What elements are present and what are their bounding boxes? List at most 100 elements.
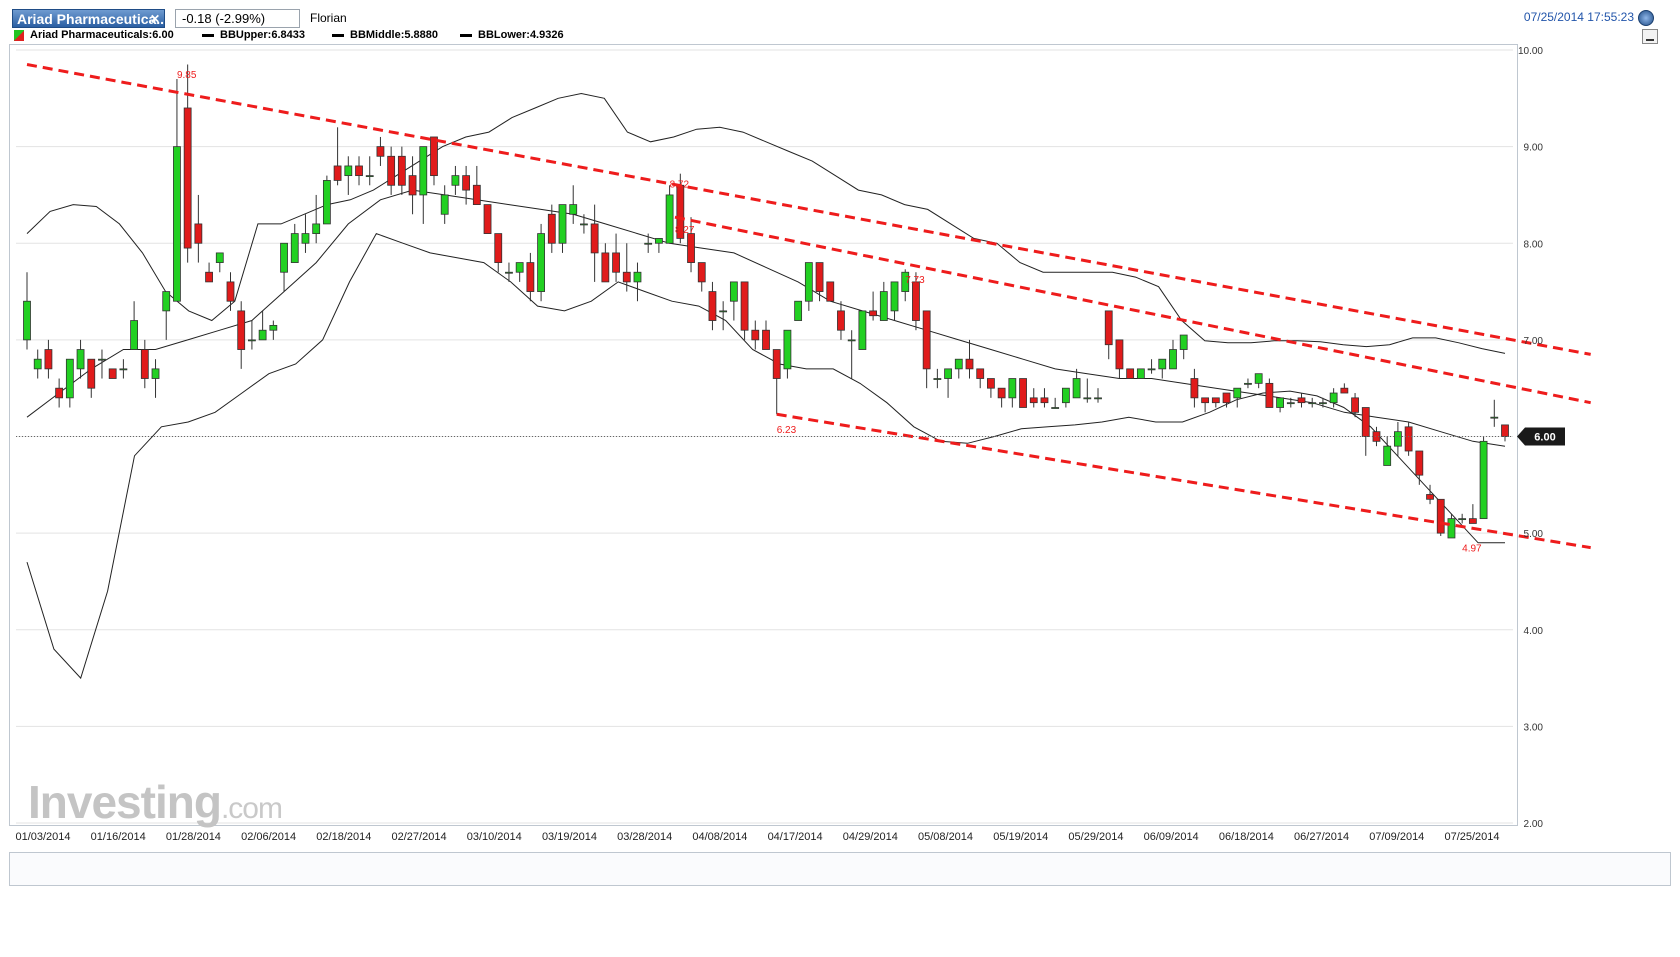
candle-body-up: [634, 272, 641, 282]
candle-body-up: [1491, 417, 1498, 418]
x-tick-label: 06/18/2014: [1219, 831, 1274, 843]
candle-body-down: [184, 108, 191, 248]
candle: [1277, 398, 1284, 412]
x-tick-label: 06/09/2014: [1144, 831, 1199, 843]
candle-body-down: [1116, 340, 1123, 369]
candle: [1266, 379, 1273, 408]
candle-body-up: [248, 340, 255, 341]
candle-body-up: [291, 234, 298, 263]
candle-body-up: [859, 311, 866, 350]
candle-body-up: [1277, 398, 1284, 408]
candle: [1469, 504, 1476, 523]
candle-body-down: [837, 311, 844, 330]
x-tick-label: 07/25/2014: [1444, 831, 1499, 843]
x-tick-label: 02/18/2014: [316, 831, 371, 843]
candle-body-down: [816, 263, 823, 292]
candle-body-up: [345, 166, 352, 176]
candle: [538, 224, 545, 301]
x-tick-label: 05/08/2014: [918, 831, 973, 843]
candle-body-up: [34, 359, 41, 369]
candle-body-down: [109, 369, 116, 379]
y-tick-label: 10.00: [1518, 46, 1543, 57]
candle-body-down: [1416, 451, 1423, 475]
candle-body-down: [1105, 311, 1112, 345]
x-tick-label: 04/17/2014: [768, 831, 823, 843]
candle: [870, 292, 877, 321]
candle-body-up: [131, 321, 138, 350]
candle: [955, 359, 962, 378]
candle-body-down: [923, 311, 930, 369]
x-tick-label: 06/27/2014: [1294, 831, 1349, 843]
candle: [1105, 311, 1112, 359]
candle: [655, 238, 662, 252]
watermark-brand: Investing: [28, 776, 221, 828]
candle-body-down: [987, 379, 994, 389]
candle-body-down: [1212, 398, 1219, 403]
candle-body-up: [1255, 374, 1262, 384]
candle: [163, 292, 170, 340]
candle: [698, 263, 705, 292]
candle: [1202, 398, 1209, 412]
candle-body-down: [709, 292, 716, 321]
candle-body-down: [1020, 379, 1027, 408]
candle-body-up: [1394, 432, 1401, 446]
candle: [1502, 425, 1509, 441]
candle: [613, 234, 620, 282]
candle-body-down: [56, 388, 63, 398]
candle: [666, 185, 673, 243]
candle-body-up: [120, 369, 127, 370]
candle: [1212, 398, 1219, 408]
candle-body-up: [805, 263, 812, 302]
candle-body-up: [1169, 350, 1176, 369]
candle-body-down: [1341, 388, 1348, 393]
candle: [934, 369, 941, 388]
candle: [880, 282, 887, 321]
candle: [281, 243, 288, 291]
candle: [88, 359, 95, 398]
candle-body-up: [580, 224, 587, 225]
candle-body-up: [441, 195, 448, 214]
candle: [1052, 398, 1059, 409]
candle-body-down: [998, 388, 1005, 398]
range-navigator[interactable]: [9, 852, 1671, 886]
candle: [473, 166, 480, 205]
candle: [409, 156, 416, 214]
candle: [741, 282, 748, 340]
candle: [420, 147, 427, 224]
candle: [1234, 388, 1241, 407]
candle-body-down: [1469, 519, 1476, 524]
candle-body-up: [1309, 403, 1316, 404]
candle: [1180, 335, 1187, 359]
candle-body-up: [955, 359, 962, 369]
candle-body-up: [216, 253, 223, 263]
candle-body-down: [1030, 398, 1037, 403]
candle: [291, 224, 298, 263]
candle: [259, 311, 266, 340]
candle-body-down: [1405, 427, 1412, 451]
candle-body-down: [88, 359, 95, 388]
candle-body-down: [752, 330, 759, 340]
candle: [1394, 422, 1401, 456]
candle: [1030, 388, 1037, 407]
candle: [313, 195, 320, 243]
y-tick-label: 8.00: [1524, 239, 1544, 250]
y-tick-label: 5.00: [1524, 529, 1544, 540]
candle: [1116, 340, 1123, 379]
candle-body-down: [548, 214, 555, 243]
candle-body-up: [66, 359, 73, 398]
candle: [1084, 379, 1091, 403]
candle: [1244, 379, 1251, 389]
candle-body-down: [1502, 425, 1509, 437]
candle: [216, 253, 223, 272]
candle-body-down: [206, 272, 213, 282]
candle-body-up: [281, 243, 288, 272]
candle: [1405, 422, 1412, 456]
candle-body-up: [1180, 335, 1187, 349]
candle-body-up: [1330, 393, 1337, 403]
candle: [152, 359, 159, 398]
price-annotation: 8.72: [670, 179, 690, 190]
candle-body-up: [313, 224, 320, 234]
candle-body-up: [173, 147, 180, 302]
candle: [141, 340, 148, 388]
candle: [1491, 400, 1498, 427]
